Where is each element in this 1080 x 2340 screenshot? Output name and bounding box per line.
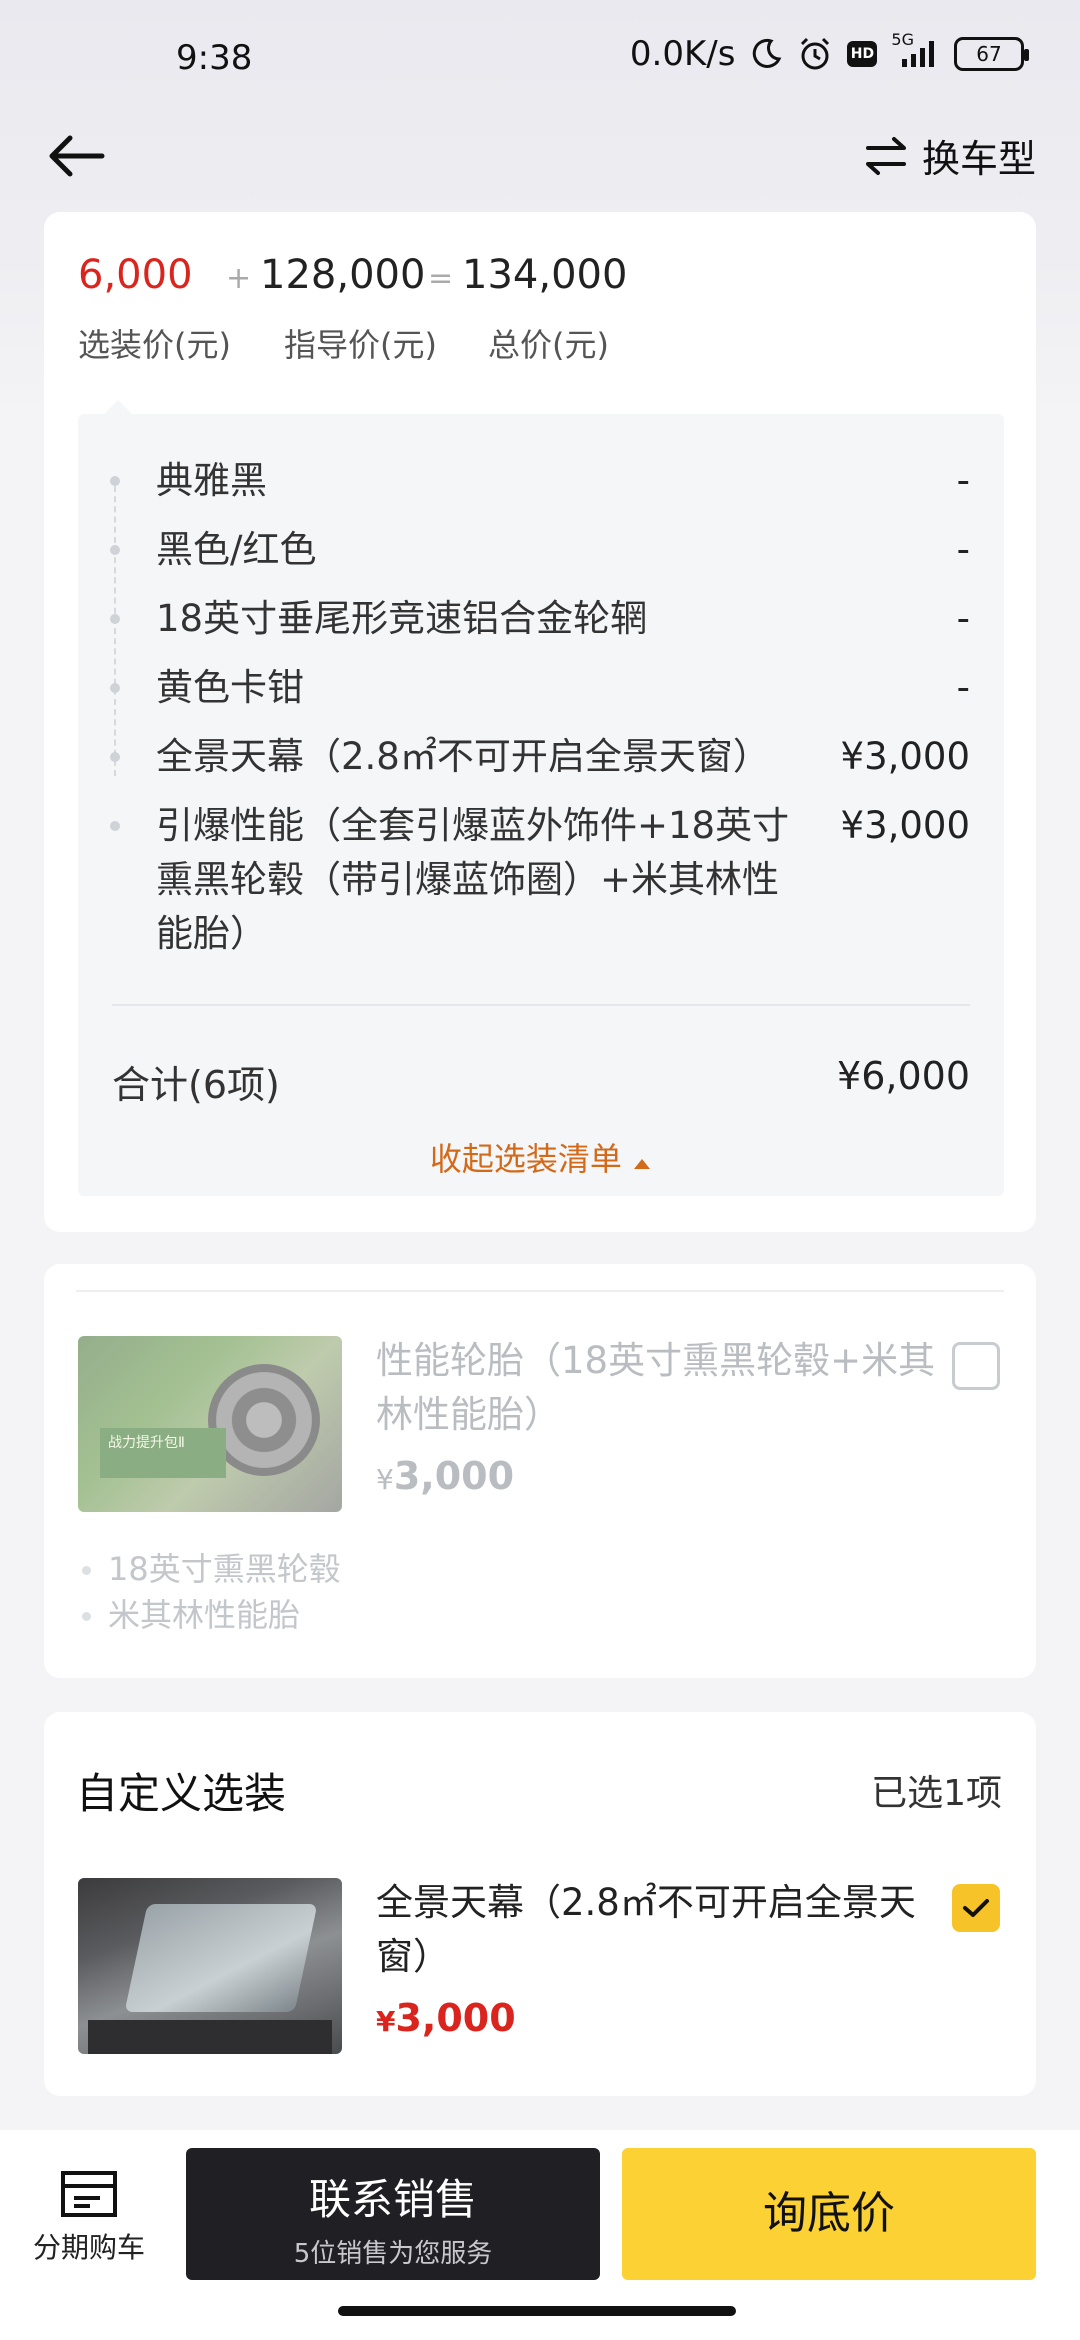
option-name: 典雅黑 [156, 459, 267, 502]
home-indicator[interactable] [338, 2306, 736, 2316]
hd-icon: HD [847, 41, 878, 67]
package-image: 战力提升包Ⅱ [78, 1336, 342, 1512]
custom-item-price-value: 3,000 [395, 1996, 516, 2040]
arrow-left-icon [49, 135, 105, 177]
price-formula: 6,000 + 128,000 = 134,000 [78, 252, 627, 298]
option-name: 全景天幕（2.8㎡不可开启全景天窗） [156, 735, 770, 778]
status-time: 9:38 [176, 38, 253, 78]
moon-icon [749, 37, 783, 71]
signal-icon: 5G [891, 32, 940, 69]
plus-sign: + [226, 261, 252, 296]
option-total-value: ¥6,000 [837, 1054, 970, 1098]
currency-symbol: ¥ [376, 2005, 396, 2038]
custom-item-price: ¥3,000 [376, 1996, 516, 2040]
list-item: 米其林性能胎 [78, 1592, 341, 1638]
custom-options-card: 自定义选装 已选1项 全景天幕（2.8㎡不可开启全景天窗） ¥3,000 [44, 1712, 1036, 2096]
package-price-value: 3,000 [393, 1454, 515, 1498]
checkmark-icon [963, 1899, 989, 1917]
contact-sales-subtitle: 5位销售为您服务 [293, 2239, 493, 2269]
custom-item-name: 全景天幕（2.8㎡不可开启全景天窗） [376, 1881, 916, 1978]
installment-button[interactable]: 分期购车 [24, 2170, 154, 2266]
bullet-dot [110, 476, 120, 486]
option-name: 引爆性能（全套引爆蓝外饰件+18英寸熏黑轮毂（带引爆蓝饰圈）+米其林性能胎） [156, 804, 790, 955]
installment-icon [61, 2171, 117, 2217]
option-total-label: 合计(6项) [112, 1063, 280, 1107]
net-speed: 0.0K/s [629, 34, 736, 74]
option-price: - [956, 597, 970, 640]
divider [112, 1004, 970, 1006]
switch-model-button[interactable]: 换车型 [864, 128, 1036, 183]
bullet-dot [110, 614, 120, 624]
status-icons: 0.0K/s HD 5G 67 [629, 32, 1029, 74]
selected-count: 已选1项 [871, 1773, 1002, 1814]
contact-sales-label: 联系销售 [308, 2175, 477, 2224]
package-card: 战力提升包Ⅱ 性能轮胎（18英寸熏黑轮毂+米其林性能胎） ¥3,000 18英寸… [44, 1264, 1036, 1678]
option-price: ¥3,000 [840, 735, 970, 778]
guide-price-label: 指导价(元) [284, 326, 437, 364]
package-price: ¥3,000 [376, 1454, 514, 1498]
price-card: 6,000 + 128,000 = 134,000 选装价(元) 指导价(元) … [44, 212, 1036, 1232]
ask-floor-price-label: 询底价 [763, 2188, 895, 2239]
option-price: - [956, 459, 970, 502]
installment-label: 分期购车 [32, 2231, 145, 2264]
custom-item-checkbox[interactable] [952, 1884, 1000, 1932]
bullet-dot [110, 752, 120, 762]
price-labels: 选装价(元) 指导价(元) 总价(元) [78, 320, 609, 366]
contact-sales-button[interactable]: 联系销售 5位销售为您服务 [186, 2148, 600, 2280]
back-button[interactable] [44, 130, 108, 182]
sunroof-image [78, 1878, 342, 2054]
package-feature-list: 18英寸熏黑轮毂 米其林性能胎 [78, 1546, 341, 1638]
triangle-up-icon [634, 1159, 651, 1169]
section-title: 自定义选装 [76, 1769, 287, 1818]
option-name: 黑色/红色 [156, 528, 317, 571]
option-list: 典雅黑 - 黑色/红色 - 18英寸垂尾形竞速铝合金轮辋 - 黄色卡钳 - 全景… [78, 400, 1004, 1196]
equals-sign: = [428, 261, 454, 296]
total-price-label: 总价(元) [488, 326, 609, 364]
option-name: 黄色卡钳 [156, 666, 304, 709]
option-price: ¥3,000 [840, 804, 970, 847]
package-title: 性能轮胎（18英寸熏黑轮毂+米其林性能胎） [376, 1339, 936, 1436]
signal-5g-label: 5G [891, 30, 914, 49]
ask-floor-price-button[interactable]: 询底价 [622, 2148, 1036, 2280]
interior-graphic [88, 2020, 332, 2054]
optional-price-label: 选装价(元) [78, 326, 231, 364]
list-item: 18英寸熏黑轮毂 [78, 1546, 341, 1592]
swap-icon [865, 136, 906, 175]
switch-model-label: 换车型 [921, 137, 1036, 181]
bullet-dot [110, 545, 120, 555]
bullet-dot [110, 821, 120, 831]
option-timeline [114, 476, 116, 776]
collapse-options-button[interactable]: 收起选装清单 [78, 1134, 1004, 1180]
option-price: - [956, 528, 970, 571]
divider [76, 1290, 1004, 1292]
battery-level: 67 [976, 42, 1002, 66]
currency-symbol: ¥ [376, 1463, 394, 1496]
battery-icon: 67 [954, 37, 1029, 71]
alarm-icon [797, 36, 833, 72]
guide-price: 128,000 [260, 252, 426, 298]
option-total-row: 合计(6项) ¥6,000 [112, 1054, 970, 1109]
status-bar: 9:38 0.0K/s HD 5G 67 [0, 0, 1080, 120]
option-price: - [956, 666, 970, 709]
package-checkbox[interactable] [952, 1342, 1000, 1390]
total-price: 134,000 [462, 252, 628, 298]
sunroof-glass-graphic [124, 1904, 318, 2012]
optional-price: 6,000 [78, 252, 193, 298]
package-image-banner: 战力提升包Ⅱ [100, 1428, 226, 1478]
bullet-dot [110, 683, 120, 693]
option-name: 18英寸垂尾形竞速铝合金轮辋 [156, 597, 648, 640]
collapse-options-label: 收起选装清单 [429, 1140, 622, 1178]
page-header: 换车型 [0, 110, 1080, 200]
